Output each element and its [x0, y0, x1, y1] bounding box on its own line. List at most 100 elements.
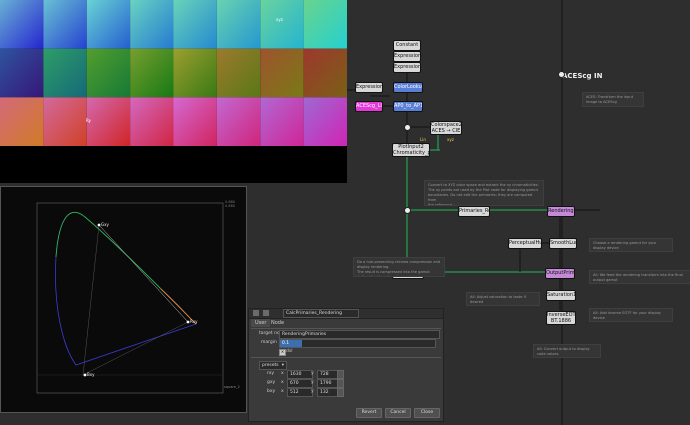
revert-button[interactable]: Revert [356, 408, 382, 418]
margin-value: 0.1 [282, 341, 290, 346]
presets-value: presets [262, 363, 279, 368]
plot-point-blue[interactable]: Bxy [87, 372, 94, 377]
note-saturation[interactable]: All: Adjust saturation to taste if desir… [466, 292, 540, 306]
viewer-top[interactable]: xyz Ry [0, 0, 347, 183]
gxy-pick-button[interactable] [337, 379, 344, 388]
color-tile [303, 0, 347, 49]
aces-in-dot[interactable] [558, 71, 565, 78]
color-tile [173, 97, 217, 146]
dsl-label: dsl [286, 349, 293, 354]
color-tile [260, 48, 304, 98]
node-colorspace[interactable]: Colorspace2 ACES → CIE XYZ [430, 121, 462, 135]
note-display-code[interactable]: All: Convert output to display code valu… [533, 344, 601, 358]
node-plotinput[interactable]: PlotInput2 Chromaticity_plot [392, 143, 430, 157]
margin-label: margin [261, 340, 277, 345]
tab-node[interactable]: Node [267, 319, 288, 327]
presets-dropdown[interactable]: presets ▾ [259, 361, 287, 370]
node-expression2[interactable]: Expression2 [393, 62, 421, 73]
color-tile [260, 0, 304, 49]
plot-point-green[interactable]: Gxy [101, 222, 109, 227]
rxy-label: rxy [267, 371, 275, 376]
node-perceptual[interactable]: PerceptualHueAdjust [508, 238, 542, 249]
graph-dot-1[interactable] [404, 124, 411, 131]
note-chroma-compress[interactable]: Do a hue-preserving chroma compression a… [353, 257, 445, 277]
graph-dot-2[interactable] [404, 207, 411, 214]
note-aces-transform[interactable]: ACES: Transform the input image to ACESc… [582, 92, 644, 107]
color-tile [303, 97, 347, 146]
gxy-label: gxy [267, 380, 276, 385]
note-convert-xyz[interactable]: Convert to XYZ color space and extract t… [424, 180, 544, 206]
dsl-checkbox[interactable]: × [279, 349, 286, 356]
node-smooth-luminance[interactable]: SmoothLuminance [549, 238, 577, 249]
margin-slider[interactable]: 0.1 [279, 339, 436, 348]
rxy-x-prefix: x [281, 371, 284, 376]
cancel-button[interactable]: Cancel [385, 408, 411, 418]
pin-lin: Lin [420, 137, 426, 142]
color-tile [216, 97, 261, 146]
inspector-header: CalcPrimaries_Rendering [249, 309, 443, 319]
gxy-x-prefix: x [281, 380, 284, 385]
color-tile [303, 48, 347, 98]
color-tile [86, 97, 131, 146]
rxy-pick-button[interactable] [337, 370, 344, 379]
node-saturation[interactable]: Saturation1 [546, 290, 576, 301]
node-primaries-rendering[interactable]: Primaries_Rendering [458, 206, 490, 217]
rxy-x-field[interactable]: 1630 [287, 370, 313, 379]
node-colorlookup[interactable]: ColorLookup4 [393, 82, 423, 93]
bxy-label: bxy [267, 389, 276, 394]
color-tile [0, 48, 44, 98]
color-tile [130, 48, 174, 98]
close-button[interactable]: Close [414, 408, 440, 418]
bxy-x-field[interactable]: 512 [287, 388, 313, 397]
color-tile [173, 48, 217, 98]
node-output-primaries[interactable]: OutputPrimaries [545, 268, 575, 279]
aces-in-title: ACEScg IN [562, 72, 603, 80]
color-tile [86, 0, 131, 49]
target-node-field[interactable]: RenderingPrimaries [279, 330, 440, 339]
plot-tick-bottom: square_2 [224, 385, 240, 389]
viewer-marker-ry: Ry [86, 118, 91, 123]
node-expression7[interactable]: Expression7 [393, 51, 421, 62]
bxy-y-prefix: y [311, 389, 314, 394]
node-acescg-lin[interactable]: ACEScg_LIN [355, 101, 383, 112]
color-tile [173, 0, 217, 49]
lock-icon[interactable] [263, 310, 269, 316]
node-rendering-primaries[interactable]: RenderingPrimaries [547, 206, 575, 217]
color-tile [43, 48, 87, 98]
node-constant[interactable]: Constant [393, 40, 421, 51]
color-tile [130, 97, 174, 146]
pin-xyz: xyz [447, 137, 454, 142]
tab-divider [251, 328, 441, 329]
bxy-pick-button[interactable] [337, 388, 344, 397]
color-tile [130, 0, 174, 49]
color-tile [0, 0, 44, 49]
color-tile [260, 97, 304, 146]
color-grid-image [0, 0, 347, 146]
node-name-field[interactable]: CalcPrimaries_Rendering [283, 309, 359, 318]
note-choose-gamut[interactable]: Choose a rendering gamut for your displa… [589, 238, 673, 252]
node-inverse-eotf[interactable]: InverseEOTF BT.1886 [546, 311, 576, 325]
viewer-marker-xyz: xyz [276, 17, 283, 22]
chevron-down-icon: ▾ [281, 363, 284, 368]
plot-tick-top: 0.860 0.860 [225, 200, 236, 208]
color-tile [43, 0, 87, 49]
note-output-gamut[interactable]: All: We feed the rendering transform int… [589, 270, 690, 284]
gxy-y-prefix: y [311, 380, 314, 385]
plot-point-red[interactable]: Rxy [190, 319, 198, 324]
inspector-panel: CalcPrimaries_Rendering User Node target… [248, 308, 444, 422]
rxy-y-prefix: y [311, 371, 314, 376]
color-tile [216, 48, 261, 98]
chromaticity-plot [36, 202, 224, 394]
gxy-x-field[interactable]: 670 [287, 379, 313, 388]
color-tile [43, 97, 87, 146]
color-tile [0, 97, 44, 146]
section-divider [251, 357, 441, 358]
node-type-icon [253, 310, 259, 316]
color-tile [86, 48, 131, 98]
node-expression8[interactable]: Expression8 [355, 82, 383, 93]
bxy-x-prefix: x [281, 389, 284, 394]
viewer-chromaticity[interactable]: 0.860 0.860 square_2 Gxy Rxy Bxy [0, 186, 247, 413]
color-tile [216, 0, 261, 49]
node-ap0-to-ap1[interactable]: AP0_to_AP1 [393, 101, 423, 112]
note-inverse-eotf[interactable]: All: Add inverse EOTF for your display d… [589, 308, 673, 322]
